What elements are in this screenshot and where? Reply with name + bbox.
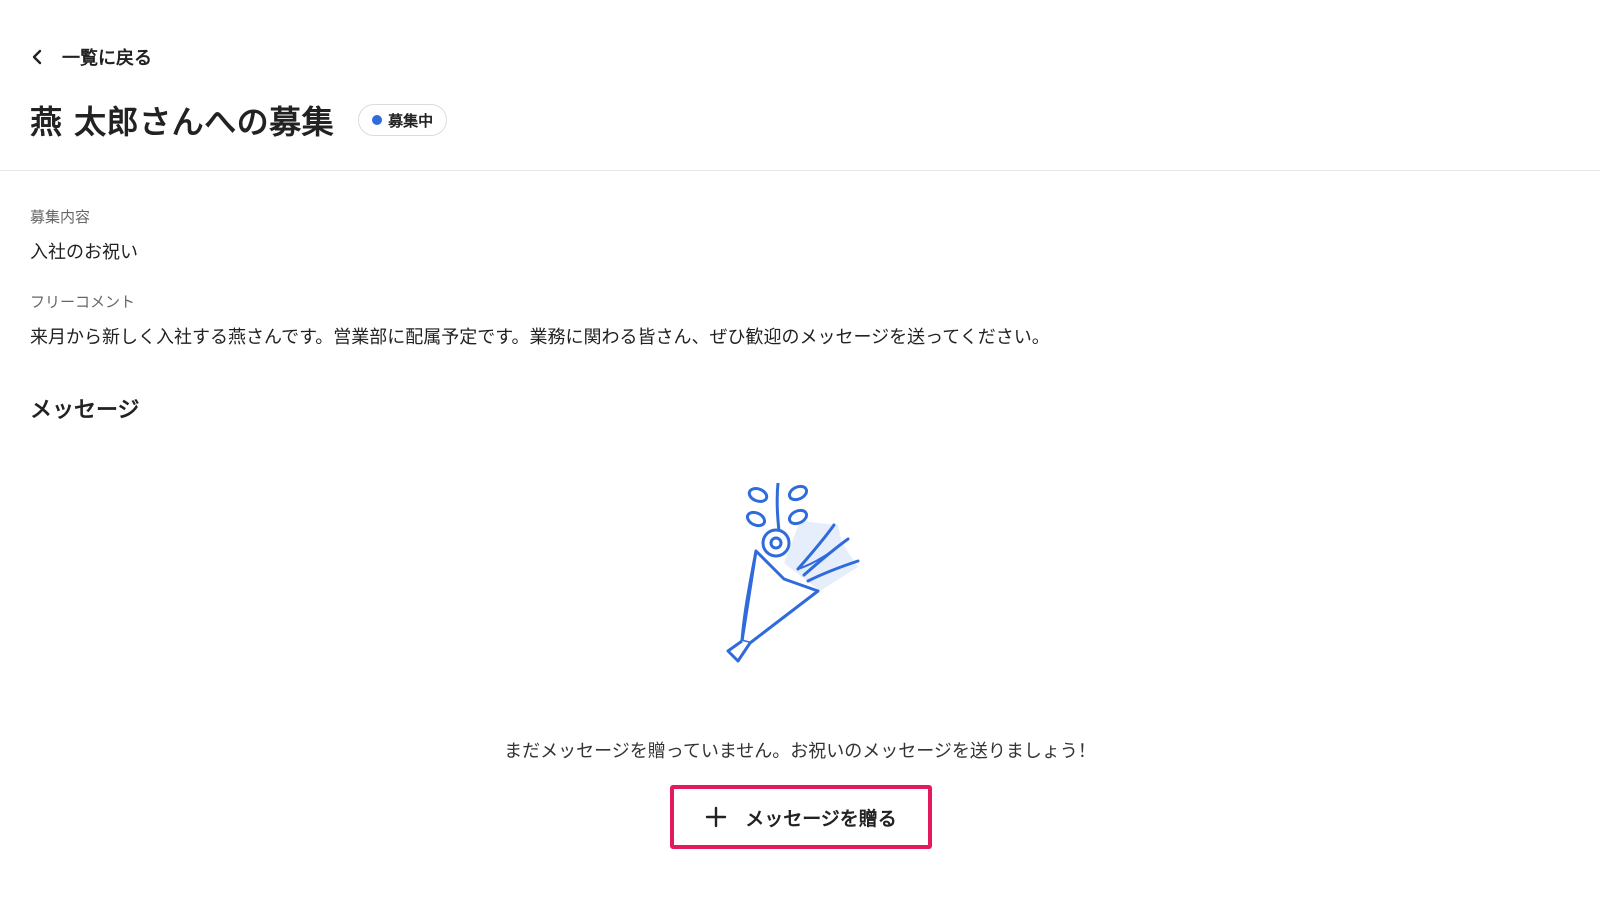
title-row: 燕 太郎さんへの募集 募集中 <box>30 96 448 144</box>
status-badge-label: 募集中 <box>388 111 434 130</box>
comment-value: 来月から新しく入社する燕さんです。営業部に配属予定です。業務に関わる皆さん、ぜひ… <box>30 327 1050 348</box>
page-header: 一覧に戻る 燕 太郎さんへの募集 募集中 <box>0 0 1600 171</box>
chevron-left-icon <box>32 49 42 65</box>
plus-icon <box>705 806 727 828</box>
status-dot-icon <box>372 115 383 125</box>
page: 一覧に戻る 燕 太郎さんへの募集 募集中 募集内容 入社のお祝い フリーコメント… <box>0 0 1600 900</box>
bouquet-icon <box>726 483 860 663</box>
send-message-button[interactable]: メッセージを贈る <box>670 785 932 849</box>
empty-messages-text: まだメッセージを贈っていません。お祝いのメッセージを送りましょう！ <box>504 741 1096 762</box>
back-link-label: 一覧に戻る <box>62 48 152 69</box>
status-badge: 募集中 <box>358 104 448 136</box>
page-title: 燕 太郎さんへの募集 <box>30 103 335 141</box>
content-label: 募集内容 <box>30 208 91 226</box>
comment-label: フリーコメント <box>30 293 136 311</box>
back-to-list-link[interactable]: 一覧に戻る <box>28 42 152 72</box>
content-value: 入社のお祝い <box>30 242 138 263</box>
messages-section-title: メッセージ <box>30 398 140 423</box>
send-message-button-label: メッセージを贈る <box>745 807 897 830</box>
